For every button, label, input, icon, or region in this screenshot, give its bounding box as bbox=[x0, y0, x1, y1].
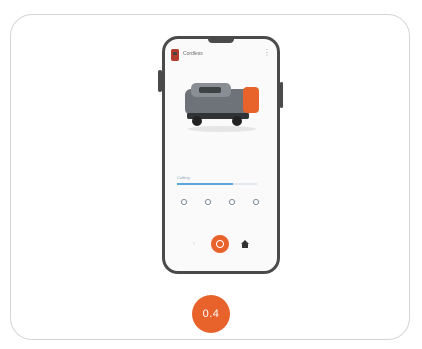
mower-shadow bbox=[188, 126, 256, 132]
start-icon bbox=[216, 240, 224, 248]
bottom-nav: ‹ bbox=[185, 235, 257, 255]
mower-screen bbox=[199, 87, 221, 93]
device-name: Cordless bbox=[183, 51, 203, 57]
pin-icon[interactable] bbox=[205, 199, 211, 205]
phone-side-button-right bbox=[280, 82, 283, 108]
phone-mockup: Cordless ⋮ Cutting ··· ‹ bbox=[162, 36, 280, 274]
more-icon[interactable]: ⋮ bbox=[263, 49, 271, 57]
back-icon[interactable]: ‹ bbox=[193, 241, 195, 247]
mode-icon[interactable] bbox=[181, 199, 187, 205]
settings-icon[interactable] bbox=[229, 199, 235, 205]
step-badge: 0.4 bbox=[192, 295, 230, 333]
start-button[interactable] bbox=[211, 235, 229, 253]
status-icons-row bbox=[175, 199, 267, 209]
page-indicator: ··· bbox=[215, 219, 218, 223]
mower-bumper bbox=[243, 87, 259, 113]
signal-icon[interactable] bbox=[253, 199, 259, 205]
mower-wheel-rear bbox=[232, 116, 242, 126]
mower-image bbox=[185, 83, 259, 132]
home-icon[interactable] bbox=[241, 240, 249, 248]
phone-notch bbox=[208, 39, 234, 43]
app-header: Cordless ⋮ bbox=[171, 49, 271, 63]
progress-section: Cutting bbox=[177, 175, 257, 189]
device-thumbnail[interactable] bbox=[171, 49, 179, 61]
progress-fill bbox=[177, 183, 233, 185]
progress-label: Cutting bbox=[177, 175, 190, 180]
mower-wheel-front bbox=[192, 116, 202, 126]
